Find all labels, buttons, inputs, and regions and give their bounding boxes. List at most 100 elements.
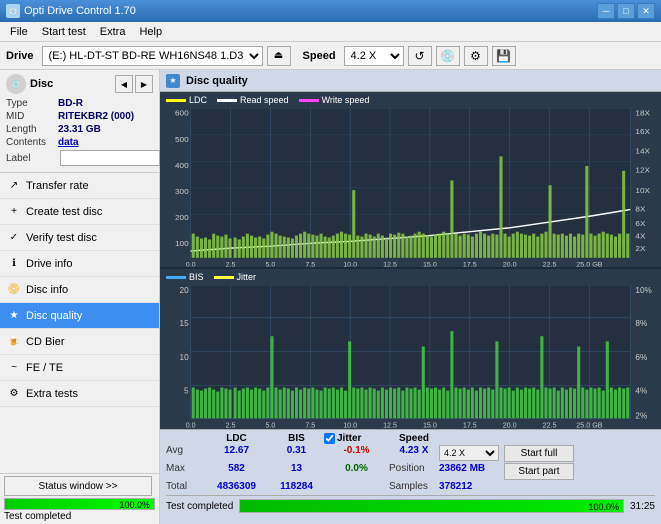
disc-length-value: 23.31 GB bbox=[58, 124, 101, 135]
stat-speed-select[interactable]: 4.2 X bbox=[439, 445, 499, 461]
jitter-checkbox[interactable] bbox=[324, 433, 335, 444]
svg-text:20: 20 bbox=[180, 287, 190, 296]
disc-action-btn-2[interactable]: ▶ bbox=[135, 75, 153, 93]
svg-text:4%: 4% bbox=[635, 387, 647, 396]
svg-text:17.5: 17.5 bbox=[463, 422, 477, 429]
speed-select[interactable]: 4.2 X bbox=[344, 46, 404, 66]
lower-legend: BIS Jitter bbox=[160, 269, 661, 285]
svg-text:500: 500 bbox=[175, 135, 189, 144]
status-window-button[interactable]: Status window >> bbox=[4, 476, 152, 496]
nav-item-disc-info[interactable]: 📀 Disc info bbox=[0, 277, 159, 303]
svg-text:400: 400 bbox=[175, 161, 189, 170]
eject-button[interactable]: ⏏ bbox=[267, 46, 291, 66]
final-progress-text: 100.0% bbox=[588, 500, 619, 514]
stat-max-ldc: 582 bbox=[204, 463, 269, 480]
nav-item-extra-tests[interactable]: ⚙ Extra tests bbox=[0, 381, 159, 407]
disc-action-btn-1[interactable]: ◀ bbox=[115, 75, 133, 93]
stat-max-bis: 13 bbox=[269, 463, 324, 480]
svg-text:5.0: 5.0 bbox=[265, 262, 275, 268]
jitter-legend: Jitter bbox=[214, 272, 257, 282]
stat-avg-jitter: -0.1% bbox=[324, 445, 389, 462]
svg-text:0.0: 0.0 bbox=[186, 422, 196, 429]
bis-color bbox=[166, 276, 186, 279]
stat-speed-value: 4.23 X bbox=[389, 445, 439, 462]
nav-item-disc-quality[interactable]: ★ Disc quality bbox=[0, 303, 159, 329]
disc-type-row: Type BD-R bbox=[6, 98, 153, 109]
disc-quality-icon: ★ bbox=[6, 308, 22, 324]
drive-info-icon: ℹ bbox=[6, 256, 22, 272]
create-test-disc-icon: + bbox=[6, 204, 22, 220]
disc-contents-value[interactable]: data bbox=[58, 137, 79, 148]
svg-text:10X: 10X bbox=[635, 186, 650, 195]
stat-max-jitter: 0.0% bbox=[324, 463, 389, 480]
svg-text:2.5: 2.5 bbox=[226, 422, 236, 429]
nav-item-create-test-disc[interactable]: + Create test disc bbox=[0, 199, 159, 225]
disc-button[interactable]: 💿 bbox=[436, 46, 460, 66]
chart-header-icon: ★ bbox=[166, 74, 180, 88]
app-icon: 💿 bbox=[6, 4, 20, 18]
svg-text:20.0: 20.0 bbox=[503, 422, 517, 429]
read-speed-label: Read speed bbox=[240, 95, 289, 105]
nav-item-fe-te[interactable]: ~ FE / TE bbox=[0, 355, 159, 381]
start-full-button[interactable]: Start full bbox=[504, 445, 574, 462]
nav-item-verify-test-disc[interactable]: ✓ Verify test disc bbox=[0, 225, 159, 251]
stat-position-value: 23862 MB bbox=[439, 463, 504, 480]
disc-type-value: BD-R bbox=[58, 98, 83, 109]
disc-icon: 💿 bbox=[6, 74, 26, 94]
nav-item-disc-quality-label: Disc quality bbox=[26, 310, 82, 322]
stat-blank2 bbox=[504, 481, 574, 492]
svg-text:12X: 12X bbox=[635, 166, 650, 175]
disc-actions: ◀ ▶ bbox=[115, 75, 153, 93]
stat-avg-label: Avg bbox=[166, 445, 204, 462]
jitter-label: Jitter bbox=[237, 272, 257, 282]
save-button[interactable]: 💾 bbox=[492, 46, 516, 66]
disc-info-icon: 📀 bbox=[6, 282, 22, 298]
svg-text:10.0: 10.0 bbox=[343, 262, 357, 268]
menu-help[interactable]: Help bbox=[133, 24, 168, 40]
menu-bar: File Start test Extra Help bbox=[0, 22, 661, 42]
svg-text:22.5: 22.5 bbox=[543, 422, 557, 429]
transfer-rate-icon: ↗ bbox=[6, 178, 22, 194]
bis-label: BIS bbox=[189, 272, 204, 282]
nav-item-transfer-rate[interactable]: ↗ Transfer rate bbox=[0, 173, 159, 199]
svg-text:25.0 GB: 25.0 GB bbox=[576, 262, 603, 268]
stat-speed-select-container: 4.2 X bbox=[439, 445, 504, 462]
drive-select[interactable]: (E:) HL-DT-ST BD-RE WH16NS48 1.D3 bbox=[42, 46, 263, 66]
disc-mid-row: MID RITEKBR2 (000) bbox=[6, 111, 153, 122]
stat-header-bis: BIS bbox=[269, 433, 324, 444]
nav-items: ↗ Transfer rate + Create test disc ✓ Ver… bbox=[0, 173, 159, 473]
svg-text:15: 15 bbox=[180, 319, 190, 328]
svg-text:14X: 14X bbox=[635, 147, 650, 156]
svg-text:12.5: 12.5 bbox=[383, 422, 397, 429]
svg-text:20.0: 20.0 bbox=[503, 262, 517, 268]
chart-header: ★ Disc quality bbox=[160, 70, 661, 92]
disc-mid-label: MID bbox=[6, 111, 58, 122]
maximize-button[interactable]: □ bbox=[617, 3, 635, 19]
start-part-button[interactable]: Start part bbox=[504, 463, 574, 480]
upper-chart-area: LDC Read speed Write speed bbox=[160, 92, 661, 267]
charts-container: LDC Read speed Write speed bbox=[160, 92, 661, 429]
nav-item-drive-info[interactable]: ℹ Drive info bbox=[0, 251, 159, 277]
final-progress-bar: 100.0% bbox=[239, 499, 624, 513]
close-button[interactable]: ✕ bbox=[637, 3, 655, 19]
svg-text:2%: 2% bbox=[635, 412, 647, 421]
disc-length-row: Length 23.31 GB bbox=[6, 124, 153, 135]
disc-contents-label: Contents bbox=[6, 137, 58, 148]
completed-text: Test completed bbox=[166, 501, 233, 512]
menu-extra[interactable]: Extra bbox=[94, 24, 132, 40]
main-content: 💿 Disc ◀ ▶ Type BD-R MID RITEKBR2 (000) … bbox=[0, 70, 661, 524]
minimize-button[interactable]: ─ bbox=[597, 3, 615, 19]
refresh-button[interactable]: ↺ bbox=[408, 46, 432, 66]
lower-chart-area: BIS Jitter bbox=[160, 269, 661, 429]
nav-item-cd-bier[interactable]: 🍺 CD Bier bbox=[0, 329, 159, 355]
menu-file[interactable]: File bbox=[4, 24, 34, 40]
bis-legend: BIS bbox=[166, 272, 204, 282]
svg-text:100: 100 bbox=[175, 239, 189, 248]
svg-text:17.5: 17.5 bbox=[463, 262, 477, 268]
disc-length-label: Length bbox=[6, 124, 58, 135]
menu-start-test[interactable]: Start test bbox=[36, 24, 92, 40]
label-input[interactable] bbox=[60, 150, 160, 166]
nav-item-disc-info-label: Disc info bbox=[26, 284, 68, 296]
settings-button[interactable]: ⚙ bbox=[464, 46, 488, 66]
nav-item-transfer-rate-label: Transfer rate bbox=[26, 180, 89, 192]
